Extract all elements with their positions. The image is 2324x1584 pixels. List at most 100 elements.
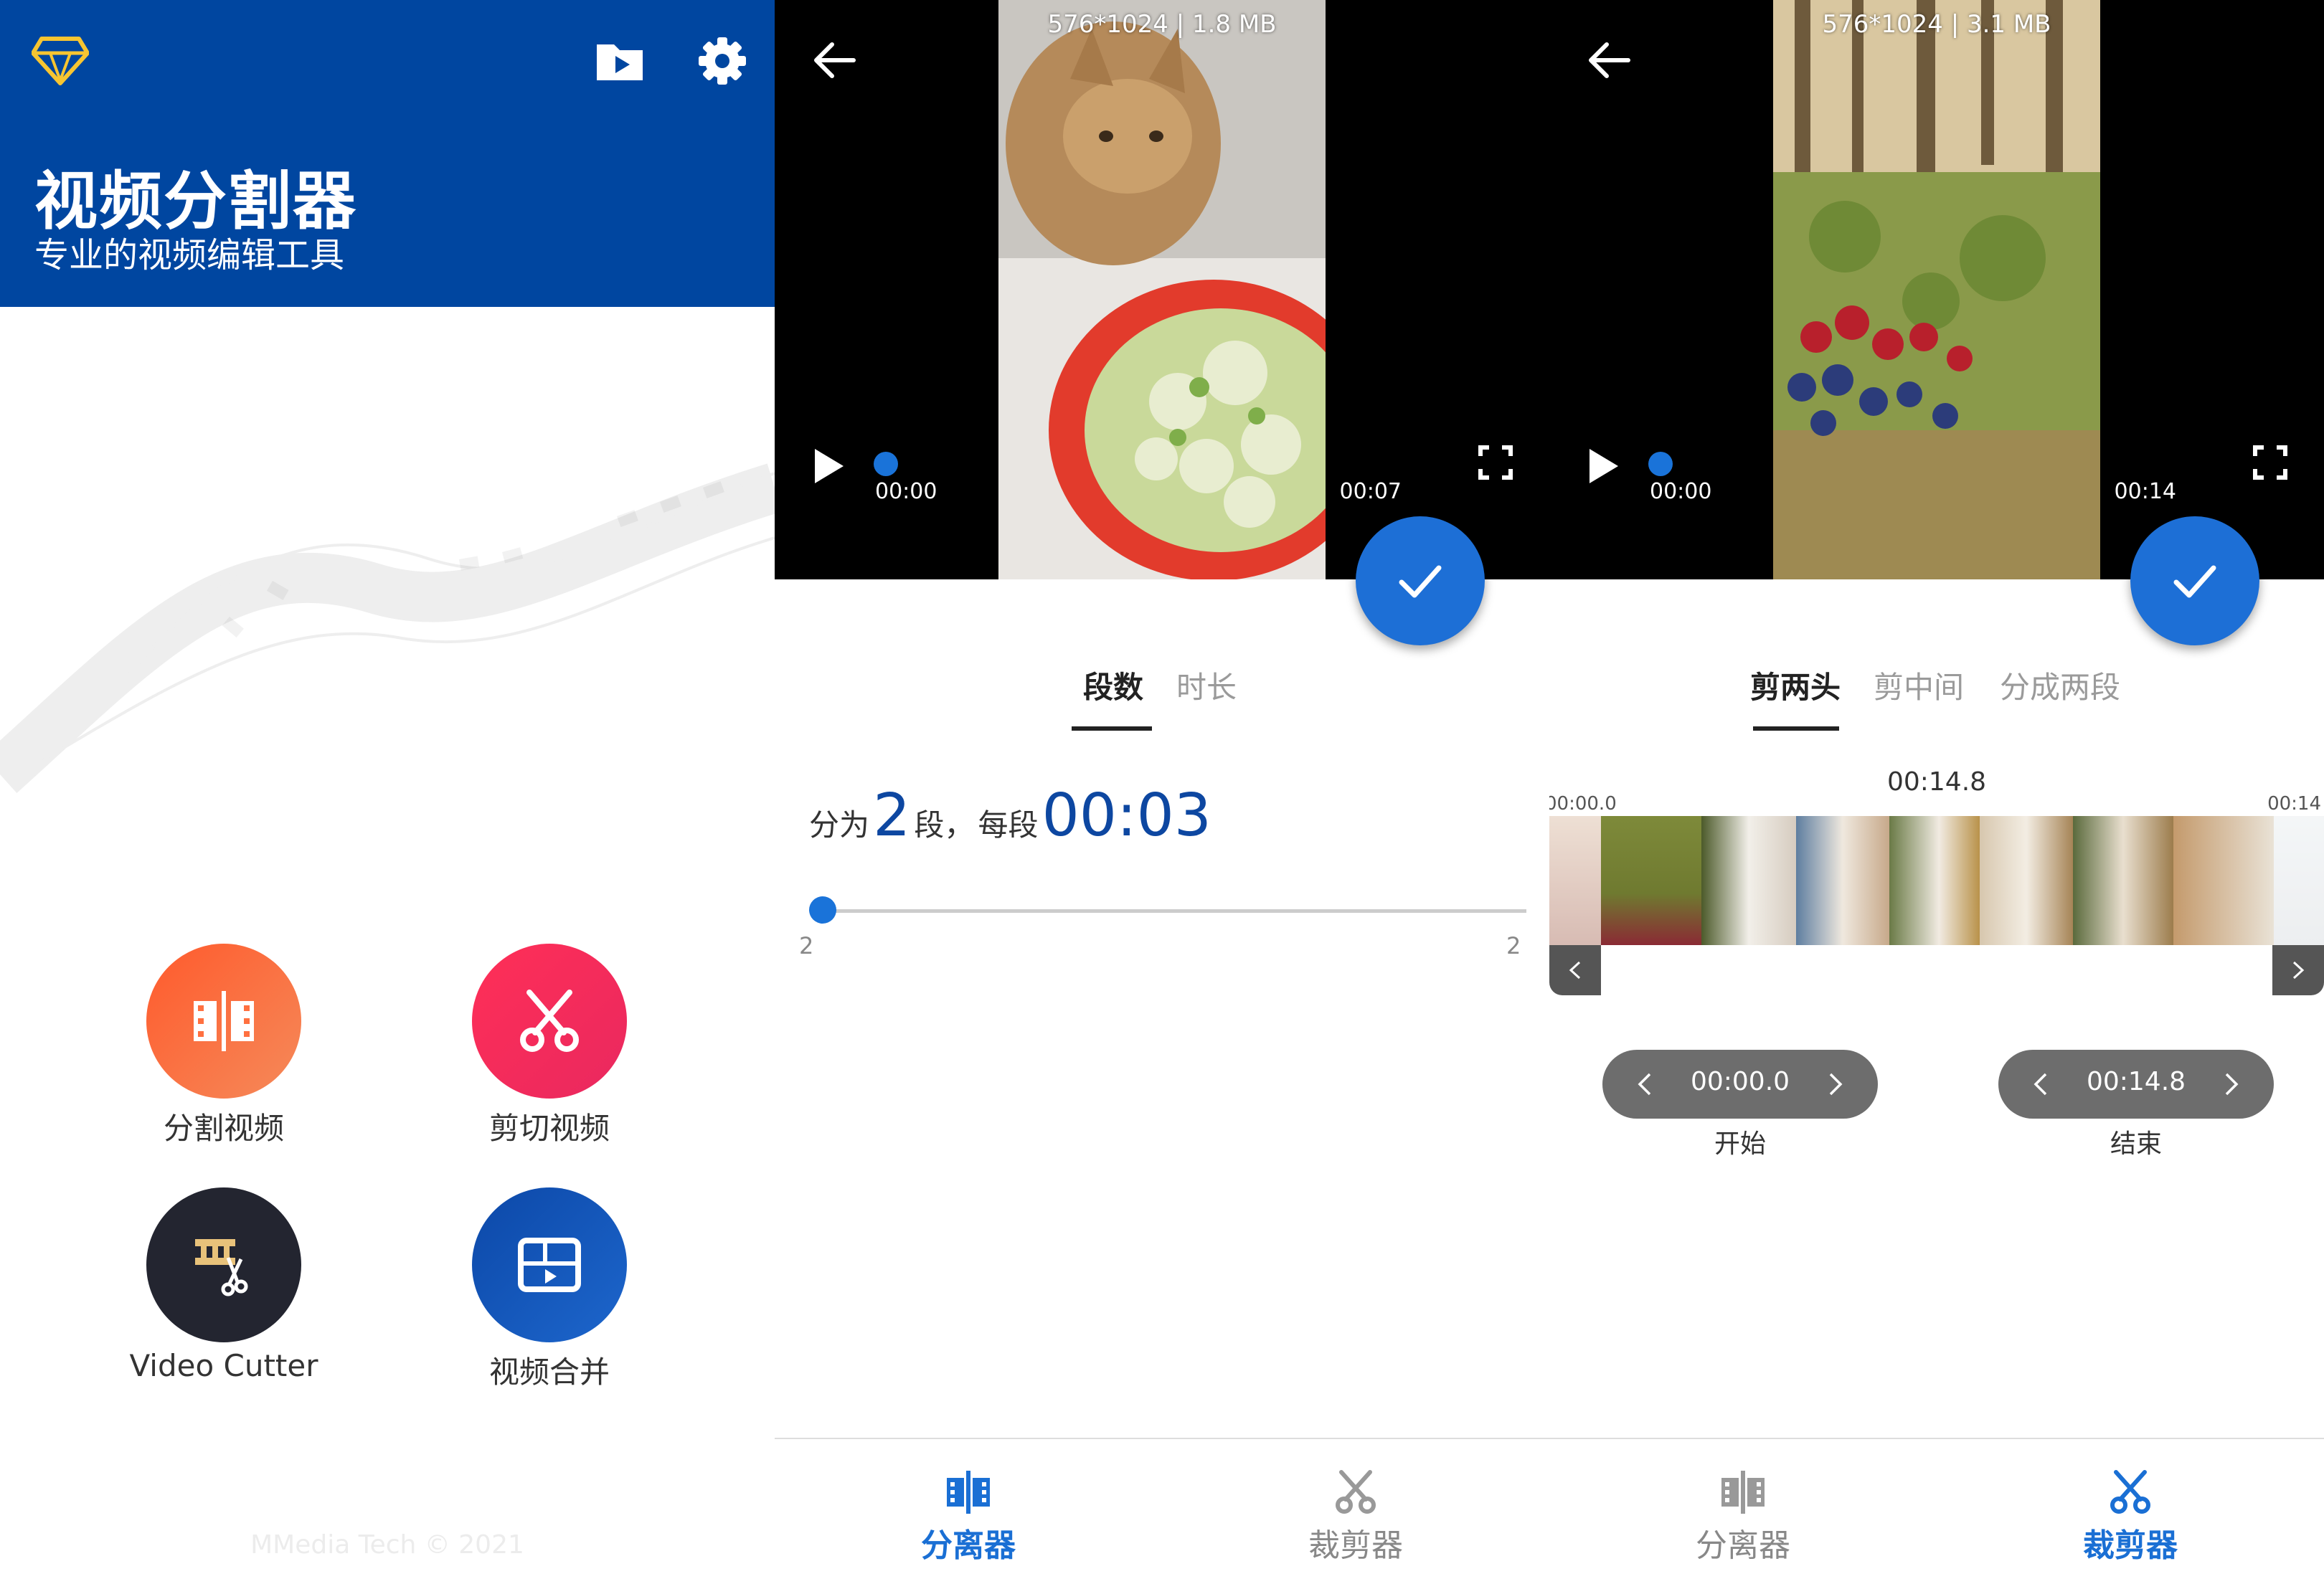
thumbnail <box>1601 816 1701 945</box>
nav-label: 裁剪器 <box>1308 1527 1403 1564</box>
video-folder-icon[interactable] <box>595 37 644 83</box>
segment-prefix: 分为 <box>809 807 870 843</box>
split-video-icon <box>194 991 254 1051</box>
splitter-icon <box>1721 1471 1765 1514</box>
nav-splitter[interactable]: 分离器 <box>1549 1439 1937 1583</box>
segment-each: 每段 <box>978 807 1039 843</box>
thumbnail <box>2173 816 2274 945</box>
trim-handle-left[interactable] <box>1549 945 1601 995</box>
video-player[interactable]: 576*1024 | 1.8 MB 00:00 00:07 <box>775 0 1549 579</box>
seek-knob[interactable] <box>1648 452 1673 476</box>
active-tab-indicator <box>1753 726 1839 731</box>
tab-segments[interactable]: 段数 <box>1083 663 1143 707</box>
active-tab-indicator <box>1072 726 1152 731</box>
video-cutter-label: Video Cutter <box>129 1348 318 1383</box>
cut-mode-tabs: 剪两头 剪中间 分成两段 <box>1549 663 2324 731</box>
total-time: 00:14 <box>2114 479 2176 504</box>
confirm-button[interactable] <box>2130 516 2259 645</box>
splitter-icon <box>947 1471 990 1514</box>
selection-duration: 00:14.8 <box>1886 767 1987 797</box>
start-time-stepper: 00:00.0 <box>1602 1050 1878 1119</box>
video-info: 576*1024 | 3.1 MB <box>1822 10 2051 39</box>
scissors-icon <box>1336 1470 1376 1514</box>
split-video-button[interactable] <box>146 944 301 1099</box>
check-icon <box>2173 565 2216 598</box>
nav-splitter[interactable]: 分离器 <box>775 1439 1162 1583</box>
video-frame-cat <box>998 0 1326 579</box>
timeline-end-label: 00:14 <box>2267 793 2321 815</box>
chevron-right-icon[interactable] <box>1825 1071 1846 1097</box>
merge-video-label: 视频合并 <box>488 1355 610 1390</box>
home-header: 视频分割器 专业的视频编辑工具 <box>0 0 775 307</box>
split-video-label: 分割视频 <box>163 1111 284 1146</box>
tab-duration[interactable]: 时长 <box>1176 663 1237 707</box>
current-time: 00:00 <box>1650 479 1712 504</box>
start-label: 开始 <box>1714 1129 1766 1159</box>
thumbnail <box>1796 816 1889 945</box>
thumbnail <box>1980 816 2073 945</box>
cutter-screen: 576*1024 | 3.1 MB 00:00 00:14 剪两头 剪中间 分成… <box>1549 0 2324 1583</box>
trim-shade-left <box>1549 816 1601 945</box>
split-mode-tabs: 段数 时长 <box>775 663 1549 731</box>
slider-max: 2 <box>1506 932 1521 959</box>
chevron-right-icon[interactable] <box>2221 1071 2242 1097</box>
splitter-screen: 576*1024 | 1.8 MB 00:00 00:07 段数 时长 分为 2… <box>775 0 1549 1583</box>
merge-video-button[interactable] <box>472 1187 627 1342</box>
home-screen: 视频分割器 专业的视频编辑工具 分割视频 剪切视频 Video Cutter 视… <box>0 0 775 1583</box>
app-subtitle: 专业的视频编辑工具 <box>34 235 345 275</box>
slider-track <box>823 909 1526 913</box>
thumbnail-strip[interactable] <box>1549 816 2324 945</box>
thumbnail <box>2073 816 2173 945</box>
back-arrow-icon[interactable] <box>1585 37 1634 83</box>
end-label: 结束 <box>2110 1129 2162 1159</box>
video-info: 576*1024 | 1.8 MB <box>1047 10 1277 39</box>
fullscreen-icon[interactable] <box>2252 445 2288 480</box>
diamond-icon[interactable] <box>32 36 89 86</box>
segment-unit: 段， <box>914 807 975 843</box>
video-frame-forest <box>1773 0 2100 579</box>
segment-duration: 00:03 <box>1041 782 1211 850</box>
gear-icon[interactable] <box>697 36 747 86</box>
tab-split-two[interactable]: 分成两段 <box>2000 663 2120 707</box>
slider-knob[interactable] <box>809 896 836 924</box>
chevron-left-icon <box>1569 961 1581 980</box>
check-icon <box>1399 565 1442 598</box>
seek-knob[interactable] <box>874 452 898 476</box>
film-scissors-icon <box>195 1239 248 1296</box>
total-time: 00:07 <box>1339 479 1402 504</box>
thumbnail <box>1701 816 1796 945</box>
current-time: 00:00 <box>875 479 937 504</box>
scissors-icon <box>520 990 579 1052</box>
merge-video-icon <box>518 1238 581 1292</box>
tab-trim-ends[interactable]: 剪两头 <box>1750 663 1841 707</box>
nav-cutter[interactable]: 裁剪器 <box>1937 1439 2324 1583</box>
nav-label: 分离器 <box>1696 1527 1790 1564</box>
nav-cutter[interactable]: 裁剪器 <box>1162 1439 1549 1583</box>
timeline-start-label: 00:00.0 <box>1549 793 1617 815</box>
trim-shade-right <box>2274 816 2324 945</box>
confirm-button[interactable] <box>1356 516 1485 645</box>
play-icon[interactable] <box>1585 446 1621 486</box>
thumbnail <box>1889 816 1980 945</box>
tab-trim-middle[interactable]: 剪中间 <box>1874 663 1964 707</box>
fullscreen-icon[interactable] <box>1478 445 1513 480</box>
play-icon[interactable] <box>811 446 846 486</box>
copyright-text: MMedia Tech © 2021 <box>250 1530 524 1560</box>
bottom-nav: 分离器 裁剪器 分离器 裁剪器 <box>775 1438 2324 1584</box>
segment-slider[interactable] <box>809 896 1526 925</box>
video-player[interactable]: 576*1024 | 3.1 MB 00:00 00:14 <box>1549 0 2324 579</box>
segment-summary: 分为 2 段， 每段 00:03 <box>809 782 1211 850</box>
back-arrow-icon[interactable] <box>811 37 859 83</box>
cut-video-label: 剪切视频 <box>488 1111 610 1146</box>
scissors-icon <box>2110 1470 2150 1514</box>
cut-video-button[interactable] <box>472 944 627 1099</box>
slider-min: 2 <box>799 932 814 959</box>
chevron-right-icon <box>2292 961 2305 980</box>
film-strip-decoration <box>0 463 775 794</box>
video-cutter-button[interactable] <box>146 1187 301 1342</box>
segment-count: 2 <box>873 782 911 850</box>
end-time-stepper: 00:14.8 <box>1998 1050 2274 1119</box>
trim-handle-right[interactable] <box>2272 945 2324 995</box>
nav-label: 裁剪器 <box>2083 1527 2178 1564</box>
nav-label: 分离器 <box>921 1527 1016 1564</box>
